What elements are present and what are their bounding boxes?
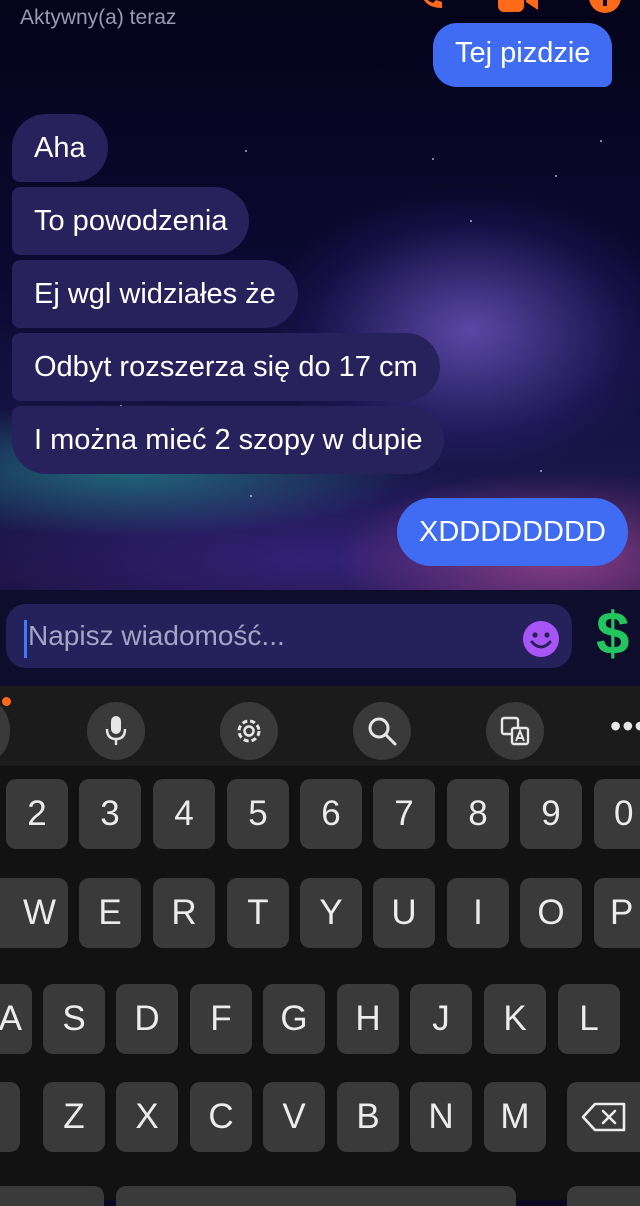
message-text: I można mieć 2 szopy w dupie bbox=[34, 423, 423, 456]
key[interactable]: F bbox=[190, 984, 252, 1054]
key[interactable]: Z bbox=[43, 1082, 105, 1152]
star bbox=[432, 158, 434, 160]
key[interactable]: D bbox=[116, 984, 178, 1054]
star bbox=[245, 150, 247, 152]
star bbox=[600, 140, 602, 142]
key[interactable]: Y bbox=[300, 878, 362, 948]
emoji-icon[interactable] bbox=[521, 619, 561, 659]
key[interactable]: 5 bbox=[227, 779, 289, 849]
message-input[interactable] bbox=[26, 619, 500, 653]
message-incoming[interactable]: Odbyt rozszerza się do 17 cm bbox=[12, 333, 440, 401]
message-composer[interactable] bbox=[6, 604, 572, 668]
text-caret bbox=[24, 620, 27, 658]
key[interactable]: U bbox=[373, 878, 435, 948]
key[interactable]: 6 bbox=[300, 779, 362, 849]
message-incoming[interactable]: Aha bbox=[12, 114, 108, 182]
notification-dot bbox=[2, 697, 11, 706]
message-outgoing[interactable]: Tej pizdzie bbox=[433, 23, 613, 87]
chat-area: Aktywny(a) teraz Tej pizdzie Aha To powo… bbox=[0, 0, 640, 590]
key[interactable]: P bbox=[594, 878, 640, 948]
microphone-icon bbox=[105, 716, 127, 745]
key[interactable]: 4 bbox=[153, 779, 215, 849]
key[interactable]: V bbox=[263, 1082, 325, 1152]
phone-call-icon[interactable] bbox=[414, 0, 448, 14]
key[interactable]: N bbox=[410, 1082, 472, 1152]
backspace-icon bbox=[581, 1102, 625, 1132]
keyboard-toolbar: ••• bbox=[0, 686, 640, 766]
enter-key[interactable] bbox=[567, 1186, 640, 1206]
key[interactable]: I bbox=[447, 878, 509, 948]
key[interactable]: L bbox=[558, 984, 620, 1054]
message-text: To powodzenia bbox=[34, 204, 228, 237]
star bbox=[470, 220, 472, 222]
keyboard: ••• 2 3 4 5 6 7 8 9 0 W E R T Y U I O P … bbox=[0, 686, 640, 1206]
message-text: Odbyt rozszerza się do 17 cm bbox=[34, 350, 418, 383]
key[interactable]: W bbox=[0, 878, 68, 948]
key[interactable]: J bbox=[410, 984, 472, 1054]
star bbox=[555, 175, 557, 177]
search-button[interactable] bbox=[353, 702, 411, 760]
video-call-icon[interactable] bbox=[496, 0, 540, 14]
star bbox=[540, 470, 542, 472]
key[interactable]: 9 bbox=[520, 779, 582, 849]
key[interactable]: A bbox=[0, 984, 32, 1054]
message-incoming[interactable]: To powodzenia bbox=[12, 187, 250, 255]
settings-icon bbox=[237, 719, 261, 743]
info-icon[interactable] bbox=[588, 0, 622, 14]
space-key[interactable] bbox=[116, 1186, 516, 1206]
key[interactable]: O bbox=[520, 878, 582, 948]
microphone-button[interactable] bbox=[87, 702, 145, 760]
translate-icon bbox=[500, 716, 530, 746]
shift-key[interactable] bbox=[0, 1082, 20, 1152]
key[interactable]: X bbox=[116, 1082, 178, 1152]
backspace-key[interactable] bbox=[567, 1082, 640, 1152]
key[interactable]: S bbox=[43, 984, 105, 1054]
message-incoming[interactable]: I można mieć 2 szopy w dupie bbox=[12, 406, 445, 474]
key[interactable]: 8 bbox=[447, 779, 509, 849]
key[interactable]: E bbox=[79, 878, 141, 948]
key[interactable]: 7 bbox=[373, 779, 435, 849]
key[interactable]: M bbox=[484, 1082, 546, 1152]
key[interactable]: G bbox=[263, 984, 325, 1054]
message-outgoing[interactable]: XDDDDDDDD bbox=[397, 498, 628, 566]
key[interactable]: K bbox=[484, 984, 546, 1054]
settings-button[interactable] bbox=[220, 702, 278, 760]
search-icon bbox=[368, 717, 397, 746]
toolbar-partial-button[interactable] bbox=[0, 702, 10, 760]
message-text: Aha bbox=[34, 131, 86, 164]
key[interactable]: R bbox=[153, 878, 215, 948]
message-text: Ej wgl widziałes że bbox=[34, 277, 276, 310]
key[interactable]: 3 bbox=[79, 779, 141, 849]
more-icon[interactable]: ••• bbox=[610, 708, 640, 745]
symbols-key[interactable] bbox=[0, 1186, 104, 1206]
active-status: Aktywny(a) teraz bbox=[20, 6, 177, 29]
dollar-sign-icon[interactable]: $ bbox=[596, 604, 629, 664]
message-text: XDDDDDDDD bbox=[419, 515, 606, 548]
key[interactable]: B bbox=[337, 1082, 399, 1152]
message-incoming[interactable]: Ej wgl widziałes że bbox=[12, 260, 298, 328]
star bbox=[250, 495, 252, 497]
key[interactable]: 2 bbox=[6, 779, 68, 849]
message-text: Tej pizdzie bbox=[455, 36, 591, 69]
translate-button[interactable] bbox=[486, 702, 544, 760]
key[interactable]: C bbox=[190, 1082, 252, 1152]
key[interactable]: 0 bbox=[594, 779, 640, 849]
key[interactable]: T bbox=[227, 878, 289, 948]
key[interactable]: H bbox=[337, 984, 399, 1054]
